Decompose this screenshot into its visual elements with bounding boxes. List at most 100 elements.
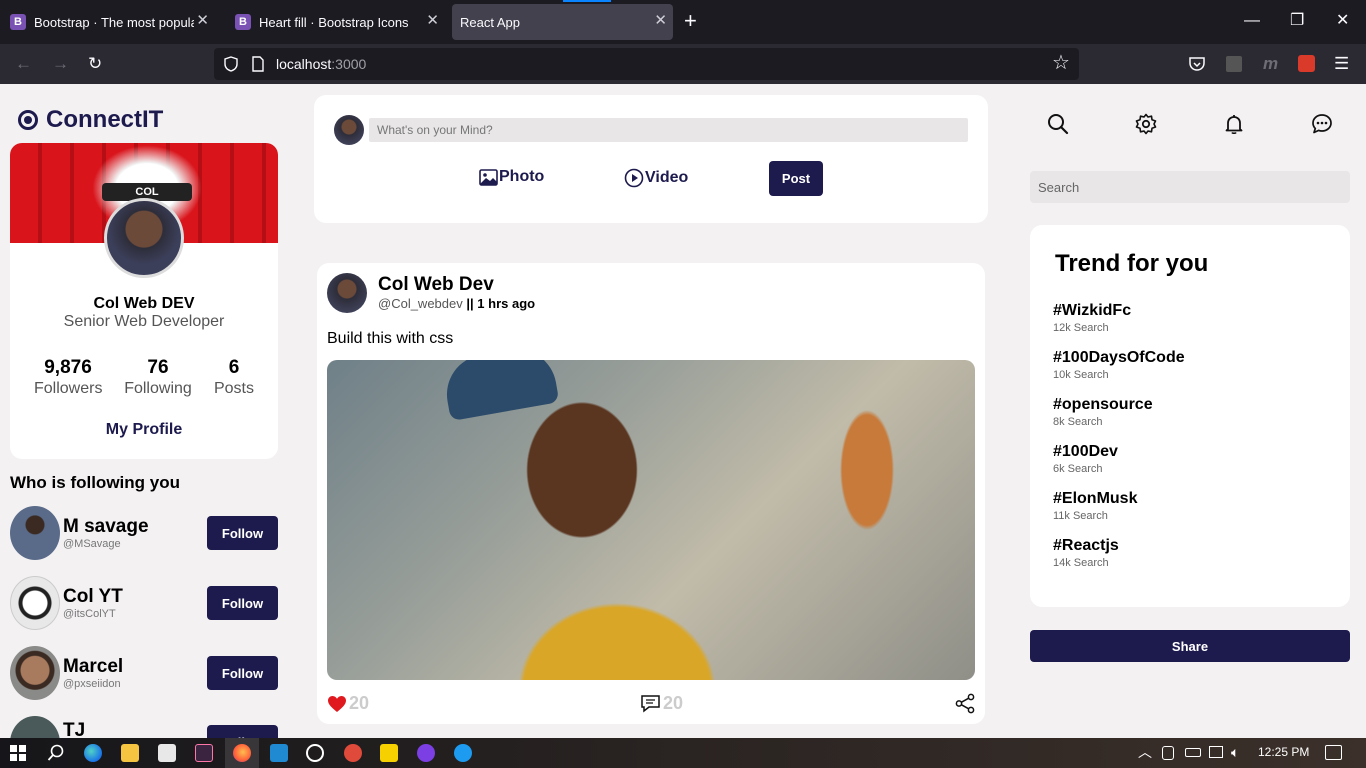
close-tab-icon[interactable]: ✕ bbox=[426, 13, 439, 28]
profile-role: Senior Web Developer bbox=[63, 313, 225, 330]
extension-m-icon[interactable]: m bbox=[1263, 54, 1278, 74]
edge-icon[interactable] bbox=[84, 744, 102, 762]
profile-name: Col Web DEV bbox=[93, 295, 195, 312]
taskbar-clock[interactable]: 12:25 PM bbox=[1258, 745, 1309, 759]
comment-button[interactable]: 20 bbox=[640, 693, 683, 714]
trend-count: 12k Search bbox=[1053, 322, 1109, 334]
follower-item: Col YT @itsColYT Follow bbox=[10, 576, 278, 632]
composer-input[interactable] bbox=[369, 118, 968, 142]
trend-item[interactable]: #opensource 8k Search bbox=[1053, 396, 1153, 428]
follower-item: Marcel @pxseiidon Follow bbox=[10, 646, 278, 702]
post-author-name: Col Web Dev bbox=[378, 274, 494, 295]
twitter-icon[interactable] bbox=[454, 744, 472, 762]
trend-tag: #WizkidFc bbox=[1053, 302, 1132, 319]
close-tab-icon[interactable]: ✕ bbox=[654, 13, 667, 28]
trend-item[interactable]: #100Dev 6k Search bbox=[1053, 443, 1118, 475]
taskbar-search-icon[interactable] bbox=[47, 744, 65, 762]
gear-icon[interactable] bbox=[1135, 113, 1157, 135]
extension-red-icon[interactable] bbox=[1298, 55, 1315, 72]
app-icon[interactable] bbox=[344, 744, 362, 762]
follower-handle: @MSavage bbox=[63, 538, 121, 550]
shield-icon[interactable] bbox=[223, 56, 239, 72]
follow-button[interactable]: Follow bbox=[207, 516, 278, 550]
follower-name: M savage bbox=[63, 516, 149, 537]
extension-icon[interactable] bbox=[1226, 56, 1242, 72]
brand-name: ConnectIT bbox=[46, 106, 164, 133]
followers-title: Who is following you bbox=[10, 473, 180, 492]
tab-bootstrap-icons[interactable]: B Heart fill · Bootstrap Icons ✕ bbox=[235, 0, 445, 44]
follower-avatar bbox=[10, 506, 60, 560]
post-author-avatar bbox=[327, 273, 367, 313]
window-close-icon[interactable]: ✕ bbox=[1336, 12, 1349, 30]
reload-icon[interactable]: ↻ bbox=[88, 54, 102, 74]
obs-icon[interactable] bbox=[306, 744, 324, 762]
new-tab-icon[interactable]: + bbox=[684, 10, 697, 32]
tab-bootstrap[interactable]: B Bootstrap · The most popular HTML ✕ bbox=[10, 0, 215, 44]
stat-followers: 9,876 Followers bbox=[34, 357, 102, 398]
menu-icon[interactable]: ☰ bbox=[1334, 54, 1349, 74]
windows-start-icon[interactable] bbox=[10, 745, 26, 761]
play-circle-icon bbox=[624, 168, 644, 188]
stat-following: 76 Following bbox=[122, 357, 194, 398]
post-text: Build this with css bbox=[327, 330, 454, 347]
minimize-icon[interactable]: — bbox=[1244, 12, 1260, 30]
mail-icon[interactable] bbox=[158, 744, 176, 762]
trend-count: 14k Search bbox=[1053, 557, 1109, 569]
follow-button[interactable]: Follow bbox=[207, 586, 278, 620]
stat-posts: 6 Posts bbox=[210, 357, 258, 398]
tab-title: React App bbox=[460, 14, 520, 30]
stat-label: Followers bbox=[34, 380, 103, 397]
forward-icon[interactable]: → bbox=[52, 54, 69, 74]
chat-dots-icon[interactable] bbox=[1311, 113, 1333, 135]
brand[interactable]: ConnectIT bbox=[18, 106, 163, 134]
my-profile-link[interactable]: My Profile bbox=[10, 421, 278, 439]
trend-count: 8k Search bbox=[1053, 416, 1103, 428]
search-input[interactable] bbox=[1030, 171, 1350, 203]
trend-tag: #ElonMusk bbox=[1053, 490, 1138, 507]
bell-icon[interactable] bbox=[1223, 113, 1245, 135]
tab-loading-indicator bbox=[563, 0, 611, 2]
like-button[interactable]: 20 bbox=[327, 693, 369, 714]
follow-button[interactable]: Follow bbox=[207, 725, 278, 738]
tab-react-app[interactable]: React App ✕ bbox=[452, 4, 673, 40]
restore-icon[interactable]: ❐ bbox=[1290, 12, 1304, 30]
battery-icon[interactable] bbox=[1185, 748, 1201, 757]
share-icon[interactable] bbox=[955, 693, 976, 714]
pocket-icon[interactable] bbox=[1188, 56, 1206, 72]
tray-chevron-up-icon[interactable]: ︿ bbox=[1138, 744, 1152, 760]
post-card: Col Web Dev @Col_webdev || 1 hrs ago Bui… bbox=[317, 263, 985, 724]
file-explorer-icon[interactable] bbox=[121, 744, 139, 762]
video-button[interactable]: Video bbox=[624, 168, 688, 188]
follow-button[interactable]: Follow bbox=[207, 656, 278, 690]
trend-item[interactable]: #100DaysOfCode 10k Search bbox=[1053, 349, 1185, 381]
composer-avatar bbox=[334, 115, 364, 145]
sticky-notes-icon[interactable] bbox=[380, 744, 398, 762]
notification-center-icon[interactable] bbox=[1325, 745, 1342, 760]
vscode-icon[interactable] bbox=[270, 744, 288, 762]
trend-item[interactable]: #WizkidFc 12k Search bbox=[1053, 302, 1131, 334]
trend-count: 10k Search bbox=[1053, 369, 1109, 381]
search-icon[interactable] bbox=[1047, 113, 1069, 135]
stat-label: Following bbox=[124, 380, 192, 397]
back-icon[interactable]: ← bbox=[15, 54, 32, 74]
heart-fill-icon bbox=[328, 695, 346, 712]
bootstrap-icon: B bbox=[10, 14, 26, 30]
bookmark-star-icon[interactable]: ☆ bbox=[1052, 53, 1070, 73]
browser-nav-bar: ← → ↻ localhost:3000 ☆ m ☰ bbox=[0, 44, 1366, 84]
close-tab-icon[interactable]: ✕ bbox=[196, 13, 209, 28]
trend-item[interactable]: #Reactjs 14k Search bbox=[1053, 537, 1119, 569]
terminal-icon[interactable] bbox=[195, 744, 213, 762]
trend-item[interactable]: #ElonMusk 11k Search bbox=[1053, 490, 1137, 522]
camera-icon[interactable] bbox=[1162, 746, 1174, 760]
firefox-icon[interactable] bbox=[233, 744, 251, 762]
volume-icon[interactable]: 🔈︎ bbox=[1231, 744, 1239, 760]
network-icon[interactable] bbox=[1209, 746, 1223, 758]
share-button[interactable]: Share bbox=[1030, 630, 1350, 662]
photo-button[interactable]: Photo bbox=[479, 168, 544, 186]
trend-card: Trend for you #WizkidFc 12k Search #100D… bbox=[1030, 225, 1350, 607]
stat-value: 76 bbox=[147, 357, 169, 378]
video-label: Video bbox=[645, 169, 689, 186]
url-bar[interactable]: localhost:3000 ☆ bbox=[214, 48, 1079, 80]
post-button[interactable]: Post bbox=[769, 161, 823, 196]
github-desktop-icon[interactable] bbox=[417, 744, 435, 762]
